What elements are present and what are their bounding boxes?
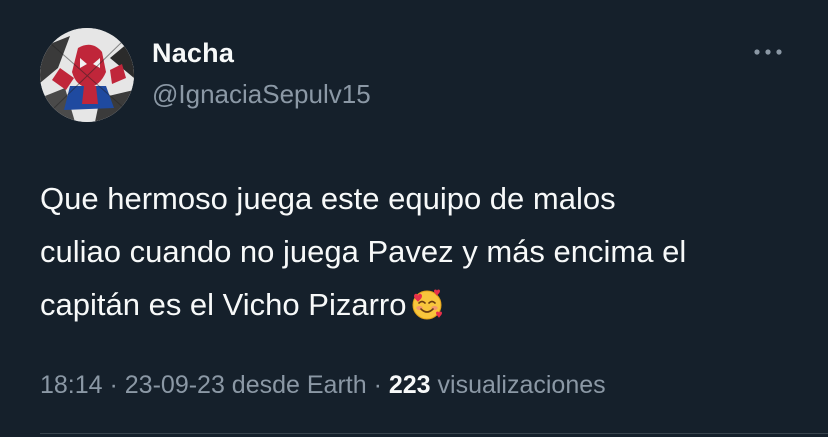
spider-man-avatar-icon [40,28,134,122]
more-dots-icon [754,49,782,55]
user-handle[interactable]: @IgnaciaSepulv15 [152,79,371,110]
meta-separator: · [102,371,125,399]
views-label[interactable]: visualizaciones [431,371,606,399]
smiling-face-with-hearts-icon [410,284,444,337]
avatar[interactable] [40,28,134,122]
tweet-time[interactable]: 18:14 [40,371,103,399]
tweet-date[interactable]: 23-09-23 [125,371,225,399]
meta-separator: · [366,371,389,399]
tweet-text: Que hermoso juega este equipo de malos c… [40,172,800,337]
tweet-text-body: Que hermoso juega este equipo de malos c… [40,181,687,322]
display-name[interactable]: Nacha [152,38,234,69]
tweet-metadata: 18:14 · 23-09-23 desde Earth · 223 visua… [40,371,606,400]
divider [40,433,828,434]
views-count[interactable]: 223 [389,371,431,399]
more-options-button[interactable] [748,40,788,64]
tweet-card: Nacha @IgnaciaSepulv15 Que hermoso juega… [0,0,828,437]
tweet-source: desde Earth [224,371,367,399]
